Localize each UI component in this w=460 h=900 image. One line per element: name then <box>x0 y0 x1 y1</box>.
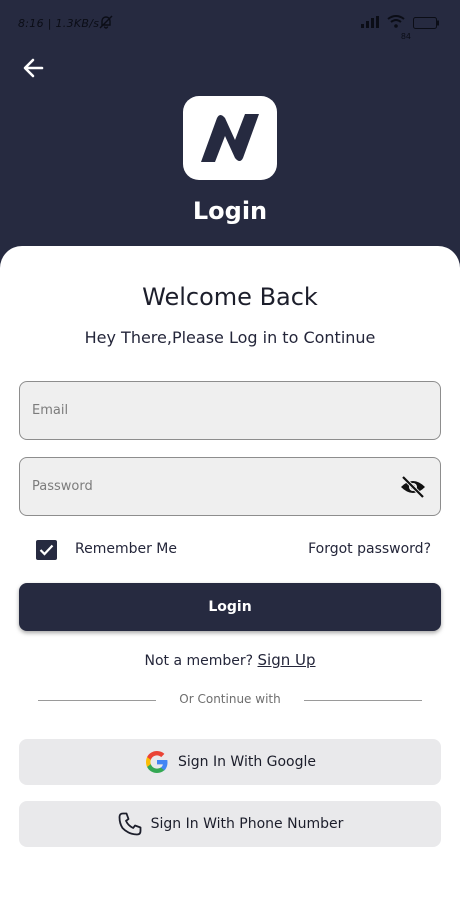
wifi-icon <box>387 15 405 31</box>
email-input[interactable] <box>32 382 392 439</box>
member-text: Not a member? <box>144 653 254 669</box>
google-signin-button[interactable]: Sign In With Google <box>19 739 441 785</box>
divider-right <box>304 700 422 701</box>
bell-off-icon <box>99 15 113 32</box>
email-field[interactable] <box>19 381 441 440</box>
remember-label: Remember Me <box>75 541 177 557</box>
phone-signin-button[interactable]: Sign In With Phone Number <box>19 801 441 847</box>
password-input[interactable] <box>32 458 392 515</box>
phone-signin-label: Sign In With Phone Number <box>150 816 344 832</box>
remember-checkbox[interactable] <box>36 540 57 560</box>
status-bar: 8:16 | 1.3KB/s 84 <box>0 0 460 46</box>
checkmark-icon <box>39 544 54 556</box>
status-time: 8:16 | 1.3KB/s <box>18 17 100 30</box>
signal-icon <box>361 15 379 31</box>
header-banner: 8:16 | 1.3KB/s 84 Login <box>0 0 460 270</box>
phone-icon <box>117 811 143 837</box>
google-signin-label: Sign In With Google <box>177 754 317 770</box>
eye-off-icon[interactable] <box>400 475 426 499</box>
password-field[interactable] <box>19 457 441 516</box>
signup-link[interactable]: Sign Up <box>258 651 316 669</box>
forgot-password-link[interactable]: Forgot password? <box>308 541 431 557</box>
welcome-subtitle: Hey There,Please Log in to Continue <box>84 328 376 347</box>
battery-level: 84 <box>400 32 411 41</box>
login-button[interactable]: Login <box>19 583 441 631</box>
battery-icon: 84 <box>401 17 440 41</box>
page-title: Login <box>192 197 268 225</box>
google-icon <box>144 749 170 775</box>
welcome-heading: Welcome Back <box>142 283 318 311</box>
back-arrow-icon[interactable] <box>20 54 48 82</box>
app-logo <box>183 96 277 180</box>
signup-prompt: Not a member? Sign Up <box>0 651 460 669</box>
or-continue-text: Or Continue with <box>179 692 281 706</box>
